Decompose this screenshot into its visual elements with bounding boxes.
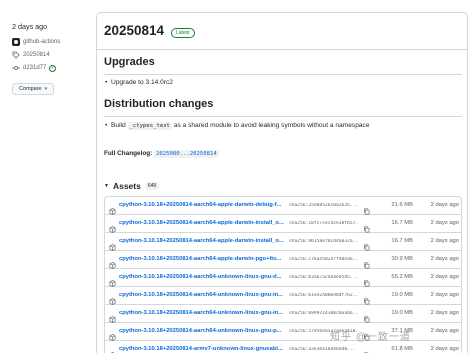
tag-name[interactable]: 20250814 [23,52,50,58]
upgrades-heading: Upgrades [104,56,155,68]
asset-name-link[interactable]: cpython-3.10.18+20250814-aarch64-unknown… [119,310,289,316]
caret-down-icon: ▼ [104,183,109,189]
distribution-code: _ctypes_test [127,122,172,130]
changelog-label: Full Changelog: [104,150,153,157]
asset-sha256: sha256:c76a450247f48e46... [289,257,359,262]
asset-sha256: sha256:6999214300c66ab6... [289,311,359,316]
author-name[interactable]: github-actions [23,39,60,45]
package-icon [109,274,116,287]
changelog-link[interactable]: 2025080...20250814 [154,150,219,158]
asset-date: 2 days ago [430,202,459,208]
copy-icon[interactable] [363,238,370,251]
asset-row: cpython-3.10.18+20250814-aarch64-apple-d… [105,215,461,233]
asset-size: 19.0 MB [391,310,413,316]
package-icon [109,310,116,323]
tag-row[interactable]: 20250814 [12,51,90,59]
release-card: 20250814 Latest Upgrades Upgrade to 3.14… [96,12,468,353]
copy-icon[interactable] [363,292,370,305]
compare-label: Compare [19,86,42,92]
distribution-divider [104,116,462,117]
release-title[interactable]: 20250814 [104,23,164,38]
package-icon [109,220,116,233]
asset-size: 16.7 MB [391,220,413,226]
published-date: 2 days ago [12,22,48,31]
asset-date: 2 days ago [430,256,459,262]
asset-date: 2 days ago [430,346,459,352]
asset-row: cpython-3.10.18+20250814-aarch64-unknown… [105,305,461,323]
distribution-suffix: as a shared module to avoid leaking symb… [173,122,370,129]
asset-name-link[interactable]: cpython-3.10.18+20250814-aarch64-unknown… [119,292,289,298]
asset-name-link[interactable]: cpython-3.10.18+20250814-aarch64-unknown… [119,328,289,334]
full-changelog: Full Changelog: 2025080...20250814 [104,150,219,158]
asset-date: 2 days ago [430,328,459,334]
distribution-prefix: Build [111,122,126,129]
package-icon [109,238,116,251]
copy-icon[interactable] [363,220,370,233]
asset-date: 2 days ago [430,310,459,316]
assets-toggle[interactable]: ▼ Assets 649 [104,181,160,191]
latest-badge: Latest [171,28,195,38]
asset-size: 51.8 MB [391,346,413,352]
package-icon [109,346,116,353]
asset-row: cpython-3.10.18+20250814-aarch64-unknown… [105,287,461,305]
asset-size: 30.9 MB [391,256,413,262]
assets-count-badge: 649 [144,182,160,190]
copy-icon[interactable] [363,310,370,323]
asset-name-link[interactable]: cpython-3.10.18+20250814-armv7-unknown-l… [119,346,289,352]
asset-name-link[interactable]: cpython-3.10.18+20250814-aarch64-apple-d… [119,220,289,226]
release-meta: 2 days ago github-actions 20250814 d231d… [12,22,90,95]
copy-icon[interactable] [363,274,370,287]
asset-sha256: sha256:35eb8526c0e2635... [289,203,359,208]
assets-title: Assets [112,181,141,191]
tag-icon [12,51,20,59]
upgrades-divider [104,74,462,75]
package-icon [109,328,116,341]
asset-row: cpython-3.10.18+20250814-aarch64-apple-d… [105,233,461,251]
copy-icon[interactable] [363,346,370,353]
copy-icon[interactable] [363,202,370,215]
upgrade-item: Upgrade to 3.14.0rc2 [105,79,173,86]
commit-row[interactable]: d231d77 ✓ [12,64,90,72]
watermark: 知乎 @一致一道 [330,332,411,343]
package-icon [109,256,116,269]
asset-sha256: sha256:b3a67acda4ed5d5... [289,275,359,280]
package-icon [109,292,116,305]
asset-row: cpython-3.10.18+20250814-aarch64-unknown… [105,269,461,287]
asset-sha256: sha256:18fc7cec4ce38fb57... [289,221,359,226]
author-row[interactable]: github-actions [12,38,90,46]
asset-size: 55.2 MB [391,274,413,280]
compare-button[interactable]: Compare ▾ [12,83,55,95]
distribution-item: Build _ctypes_test as a shared module to… [105,122,370,130]
asset-date: 2 days ago [430,292,459,298]
package-icon [109,202,116,215]
author-avatar [12,38,20,46]
asset-date: 2 days ago [430,220,459,226]
release-header: 20250814 Latest [97,13,467,50]
asset-date: 2 days ago [430,274,459,280]
asset-sha256: sha256:b1e42408698df7b2... [289,293,359,298]
asset-row: cpython-3.10.18+20250814-aarch64-apple-d… [105,197,461,215]
asset-size: 16.7 MB [391,238,413,244]
asset-sha256: sha256:a3e3b418d46ed0... [289,347,356,352]
chevron-down-icon: ▾ [44,86,48,92]
copy-icon[interactable] [363,256,370,269]
commit-hash[interactable]: d231d77 [23,65,46,71]
asset-size: 19.0 MB [391,292,413,298]
asset-name-link[interactable]: cpython-3.10.18+20250814-aarch64-apple-d… [119,238,289,244]
verified-check-icon: ✓ [49,64,57,72]
commit-icon [12,66,20,70]
asset-sha256: sha256:9b158ef82d4a032a... [289,239,359,244]
asset-name-link[interactable]: cpython-3.10.18+20250814-aarch64-apple-d… [119,256,289,262]
distribution-heading: Distribution changes [104,98,214,110]
asset-date: 2 days ago [430,238,459,244]
asset-row: cpython-3.10.18+20250814-aarch64-apple-d… [105,251,461,269]
asset-name-link[interactable]: cpython-3.10.18+20250814-aarch64-apple-d… [119,202,289,208]
asset-size: 21.6 MB [391,202,413,208]
asset-name-link[interactable]: cpython-3.10.18+20250814-aarch64-unknown… [119,274,289,280]
